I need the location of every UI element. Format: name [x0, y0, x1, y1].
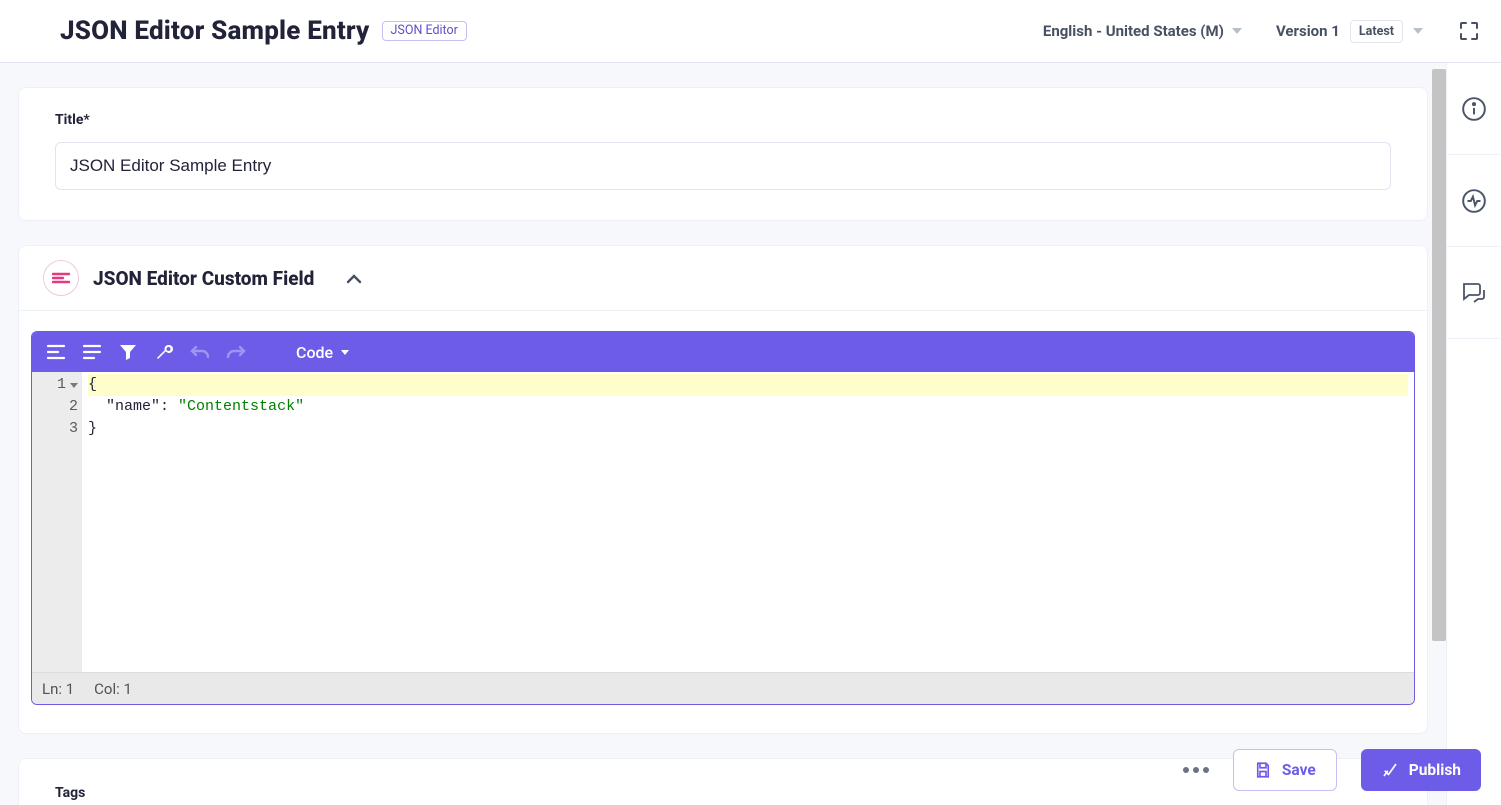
page-title: JSON Editor Sample Entry: [60, 16, 370, 46]
info-icon[interactable]: [1447, 63, 1501, 155]
scrollbar[interactable]: [1432, 69, 1446, 641]
chevron-down-icon: [1232, 28, 1242, 34]
json-section-title: JSON Editor Custom Field: [93, 267, 314, 290]
locale-label: English - United States (M): [1043, 22, 1224, 40]
right-rail: [1446, 63, 1501, 805]
repair-icon[interactable]: [148, 336, 180, 368]
code-line: {: [88, 374, 1408, 396]
status-col: Col: 1: [94, 680, 132, 698]
json-toolbar: Code: [32, 332, 1414, 372]
line-number: 3: [69, 418, 78, 440]
publish-button[interactable]: Publish: [1361, 749, 1481, 791]
code-lines[interactable]: { "name": "Contentstack" }: [82, 372, 1414, 672]
fullscreen-icon[interactable]: [1457, 19, 1481, 43]
publish-label: Publish: [1409, 761, 1461, 779]
line-number: 2: [69, 396, 78, 418]
format-icon[interactable]: [40, 336, 72, 368]
version-dropdown[interactable]: Version 1 Latest: [1276, 20, 1423, 43]
content-stage: Title* JSON Editor Custom Field: [0, 63, 1446, 805]
fold-icon[interactable]: [70, 383, 78, 388]
mode-label: Code: [296, 343, 333, 362]
chevron-up-icon: [346, 269, 362, 288]
content-type-badge: JSON Editor: [382, 21, 467, 42]
title-card: Title*: [18, 87, 1428, 221]
json-editor-card: JSON Editor Custom Field: [18, 245, 1428, 734]
status-bar: Ln: 1 Col: 1: [32, 672, 1414, 704]
json-editor: Code 1 2 3 { "name": "Contentstack" }: [31, 331, 1415, 705]
code-area[interactable]: 1 2 3 { "name": "Contentstack" }: [32, 372, 1414, 672]
save-label: Save: [1282, 761, 1316, 779]
code-line: "name": "Contentstack": [88, 396, 1408, 418]
version-label: Version 1: [1276, 22, 1340, 40]
more-actions-icon[interactable]: [1183, 767, 1209, 773]
compact-icon[interactable]: [76, 336, 108, 368]
filter-icon[interactable]: [112, 336, 144, 368]
status-line: Ln: 1: [42, 680, 74, 698]
title-input[interactable]: [55, 142, 1391, 190]
header-bar: JSON Editor Sample Entry JSON Editor Eng…: [0, 0, 1501, 63]
activity-icon[interactable]: [1447, 155, 1501, 247]
save-button[interactable]: Save: [1233, 749, 1337, 791]
mode-dropdown[interactable]: Code: [286, 343, 359, 362]
json-section-header[interactable]: JSON Editor Custom Field: [19, 246, 1427, 311]
locale-dropdown[interactable]: English - United States (M): [1043, 22, 1242, 40]
chevron-down-icon: [1413, 28, 1423, 34]
chevron-down-icon: [341, 350, 349, 355]
line-number: 1: [57, 374, 66, 396]
version-badge: Latest: [1350, 20, 1403, 43]
comments-icon[interactable]: [1447, 247, 1501, 339]
gutter: 1 2 3: [32, 372, 82, 672]
footer-actions: Save Publish: [1183, 749, 1481, 791]
redo-icon: [220, 336, 252, 368]
code-line: }: [88, 418, 1408, 440]
extension-icon: [43, 260, 79, 296]
title-label: Title*: [55, 112, 1391, 128]
undo-icon: [184, 336, 216, 368]
